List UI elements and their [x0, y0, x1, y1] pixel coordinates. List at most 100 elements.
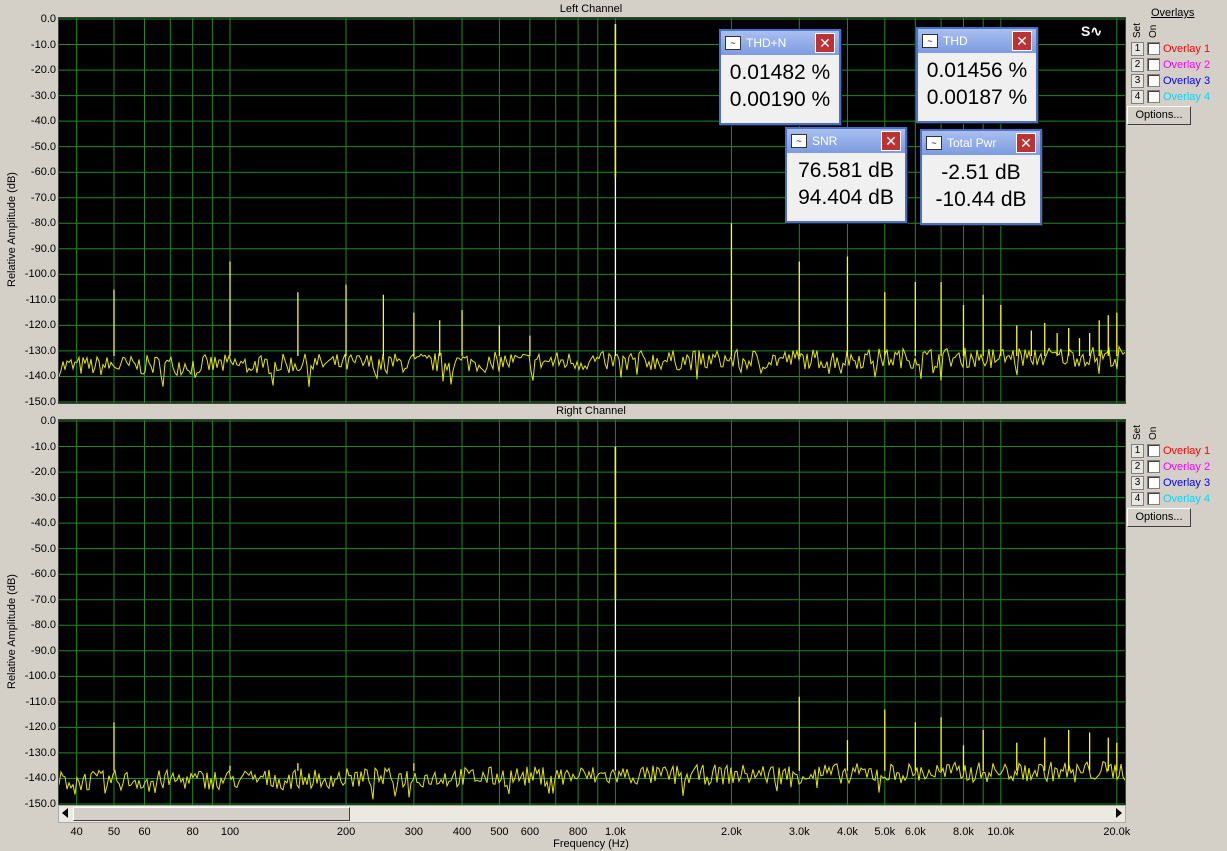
waveform-display-icon[interactable]: S∿ [1081, 23, 1102, 40]
y-tick-label: -140.0 [24, 370, 56, 383]
overlay-set-button[interactable]: 2 [1131, 459, 1144, 474]
y-tick-label: -150.0 [24, 396, 56, 408]
close-icon[interactable]: ✕ [815, 33, 835, 53]
overlays-heading: Overlays [1151, 7, 1195, 19]
thd-meter[interactable]: ~ THD ✕ 0.01456 % 0.00187 % [916, 27, 1038, 123]
thdn-meter[interactable]: ~ THD+N ✕ 0.01482 % 0.00190 % [719, 29, 841, 125]
overlay-set-button[interactable]: 4 [1131, 491, 1144, 506]
y-tick-label: -130.0 [24, 746, 56, 759]
y-tick-label: -80.0 [30, 619, 56, 632]
overlay-on-checkbox[interactable] [1147, 444, 1160, 457]
left-options-button[interactable]: Options... [1127, 106, 1191, 125]
right-options-button[interactable]: Options... [1127, 508, 1191, 527]
overlay-label: Overlay 4 [1163, 90, 1211, 103]
scroll-thumb[interactable] [73, 807, 350, 821]
y-tick-label: -40.0 [30, 115, 56, 128]
noise-floor-trace [58, 760, 1126, 800]
x-tick-label: 400 [452, 826, 472, 838]
overlay-label: Overlay 2 [1163, 460, 1211, 473]
meter-icon: ~ [922, 34, 938, 48]
x-tick-label: 80 [186, 826, 199, 838]
close-icon[interactable]: ✕ [881, 131, 901, 151]
y-tick-label: -100.0 [24, 670, 56, 683]
frequency-scrollbar[interactable] [58, 805, 1126, 823]
x-tick-label: 200 [336, 826, 356, 838]
overlay-label: Overlay 3 [1163, 74, 1211, 87]
y-tick-label: -30.0 [30, 89, 56, 102]
noise-floor-trace [58, 344, 1126, 387]
set-column-label-right: Set [1132, 424, 1143, 440]
thdn-value-right: 0.00190 % [729, 88, 831, 111]
snr-title: SNR [812, 134, 838, 148]
overlay-set-button[interactable]: 1 [1131, 443, 1144, 458]
y-tick-label: -50.0 [30, 140, 56, 153]
close-icon[interactable]: ✕ [1016, 133, 1036, 153]
total-power-meter[interactable]: ~ Total Pwr ✕ -2.51 dB -10.44 dB [920, 129, 1042, 225]
overlay-on-checkbox[interactable] [1147, 74, 1160, 87]
meter-icon: ~ [791, 134, 807, 148]
y-tick-label: -70.0 [30, 191, 56, 204]
overlay-row: 2 Overlay 2 [1131, 57, 1210, 72]
y-tick-label: -50.0 [30, 542, 56, 555]
x-tick-label: 20.0k [1103, 826, 1131, 838]
meter-icon: ~ [725, 36, 741, 50]
overlay-row: 3 Overlay 3 [1131, 73, 1210, 88]
overlay-on-checkbox[interactable] [1147, 58, 1160, 71]
close-icon[interactable]: ✕ [1012, 31, 1032, 51]
meter-icon: ~ [926, 136, 942, 150]
thd-value-right: 0.00187 % [926, 86, 1028, 109]
overlay-on-checkbox[interactable] [1147, 42, 1160, 55]
y-tick-label: -100.0 [24, 268, 56, 281]
overlay-on-checkbox[interactable] [1147, 460, 1160, 473]
y-tick-label: -80.0 [30, 217, 56, 230]
x-tick-label: 40 [70, 826, 83, 838]
overlay-set-button[interactable]: 3 [1131, 475, 1144, 490]
y-tick-label: -110.0 [25, 293, 56, 306]
scroll-right-arrow-icon[interactable] [1116, 808, 1122, 818]
overlay-label: Overlay 1 [1163, 444, 1211, 457]
x-tick-label: 10.0k [987, 826, 1015, 838]
x-tick-label: 60 [138, 826, 151, 838]
y-tick-label: -20.0 [30, 64, 56, 77]
overlay-set-button[interactable]: 3 [1131, 73, 1144, 88]
x-tick-label: 3.0k [788, 826, 810, 838]
x-tick-label: 100 [220, 826, 240, 838]
x-tick-label: 5.0k [874, 826, 896, 838]
snr-value-left: 76.581 dB [798, 159, 894, 182]
right-channel-plot[interactable] [58, 419, 1126, 806]
overlay-set-button[interactable]: 2 [1131, 57, 1144, 72]
y-tick-label: -140.0 [24, 772, 56, 785]
overlay-label: Overlay 3 [1163, 476, 1211, 489]
x-tick-label: 8.0k [953, 826, 974, 838]
y-tick-label: -90.0 [30, 242, 56, 255]
overlay-label: Overlay 1 [1163, 42, 1211, 55]
x-tick-label: 50 [107, 826, 121, 838]
y-tick-label: -110.0 [25, 695, 56, 708]
thdn-title: THD+N [746, 36, 787, 50]
overlay-on-checkbox[interactable] [1147, 90, 1160, 103]
on-column-label: On [1148, 24, 1159, 38]
y-tick-label: -40.0 [30, 517, 56, 530]
overlay-label: Overlay 4 [1163, 492, 1211, 505]
overlay-row: 1 Overlay 1 [1131, 443, 1210, 458]
overlay-set-button[interactable]: 1 [1131, 41, 1144, 56]
right-channel-svg [58, 420, 1126, 805]
thd-title: THD [943, 34, 968, 48]
snr-meter[interactable]: ~ SNR ✕ 76.581 dB 94.404 dB [785, 127, 907, 223]
scroll-left-arrow-icon[interactable] [62, 808, 68, 818]
overlay-on-checkbox[interactable] [1147, 476, 1160, 489]
x-tick-label: 2.0k [721, 826, 742, 838]
overlay-row: 4 Overlay 4 [1131, 89, 1210, 104]
thdn-value-left: 0.01482 % [729, 61, 831, 84]
x-tick-label: 6.0k [904, 826, 926, 838]
overlay-set-button[interactable]: 4 [1131, 89, 1144, 104]
y-tick-label: -90.0 [30, 644, 56, 657]
y-tick-label: 0.0 [40, 13, 56, 25]
x-tick-label: 4.0k [837, 826, 858, 838]
y-tick-label: -30.0 [30, 491, 56, 504]
thd-value-left: 0.01456 % [926, 59, 1028, 82]
overlay-on-checkbox[interactable] [1147, 492, 1160, 505]
total-power-value-right: -10.44 dB [935, 188, 1027, 211]
y-tick-label: -70.0 [30, 593, 56, 606]
total-power-value-left: -2.51 dB [941, 161, 1021, 184]
